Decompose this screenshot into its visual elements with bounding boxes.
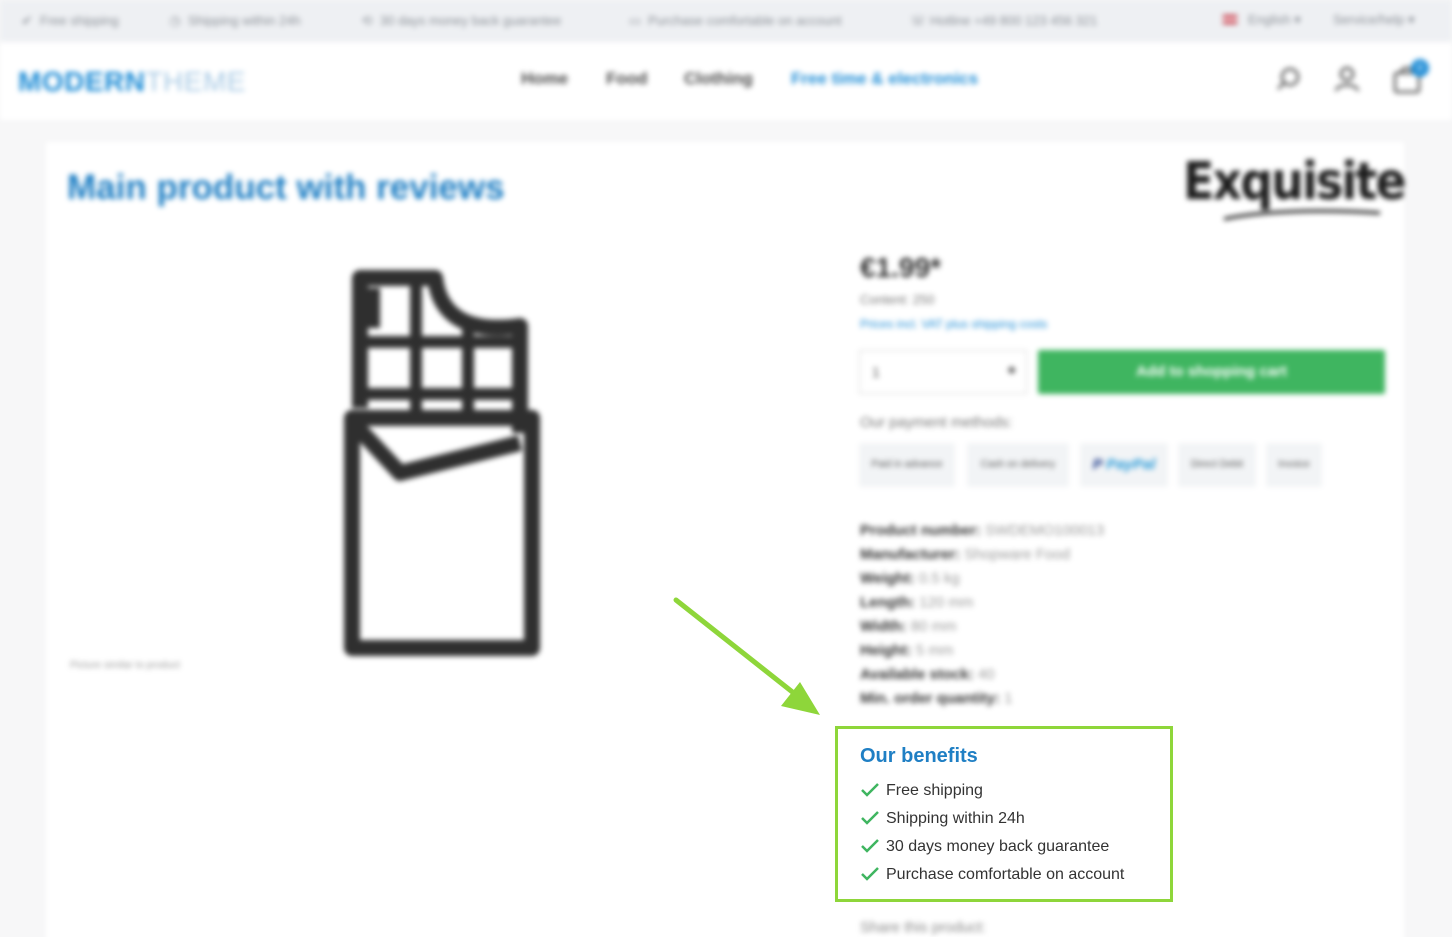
- service-menu[interactable]: Service/help ▾: [1333, 12, 1415, 28]
- nav-clothing[interactable]: Clothing: [684, 69, 753, 89]
- spec-height: Height: 5 mm: [860, 642, 954, 659]
- invoice-icon: ▭: [628, 13, 642, 28]
- money-back-icon: ⟲: [361, 13, 373, 28]
- chocolate-bar-image[interactable]: [330, 258, 560, 668]
- payment-paypal: P PayPal: [1080, 443, 1168, 487]
- usp-shipping-24h: ◷ Shipping within 24h: [169, 13, 301, 28]
- product-price: €1.99*: [860, 252, 941, 283]
- brand-logo[interactable]: Exquisite: [1183, 152, 1407, 212]
- nav-food[interactable]: Food: [606, 69, 648, 89]
- payment-methods-label: Our payment methods:: [860, 414, 1013, 431]
- main-header: MODERNTHEME Home Food Clothing Free time…: [0, 42, 1452, 120]
- spec-length: Length: 120 mm: [860, 594, 974, 611]
- product-title: Main product with reviews: [67, 168, 505, 207]
- payment-invoice: Invoice: [1266, 443, 1322, 487]
- share-product-label: Share this product:: [860, 919, 986, 936]
- cart-count-badge: 0: [1411, 59, 1429, 77]
- flag-icon: [1222, 14, 1238, 25]
- chevron-down-icon: ▾: [1408, 12, 1415, 27]
- payment-cash-on-delivery: Cash on delivery: [967, 443, 1069, 487]
- benefits-title: Our benefits: [860, 745, 978, 767]
- spec-width: Width: 80 mm: [860, 618, 957, 635]
- add-to-cart-button[interactable]: Add to shopping cart: [1038, 350, 1385, 394]
- usp-hotline: ☏ Hotline +49 800 123 456 321: [910, 13, 1098, 28]
- check-icon: [861, 811, 879, 825]
- benefit-item: 30 days money back guarantee: [860, 838, 1109, 856]
- check-icon: [861, 783, 879, 797]
- check-icon: [861, 867, 879, 881]
- product-card: [46, 142, 1404, 937]
- benefit-item: Free shipping: [860, 782, 983, 800]
- payment-paid-in-advance: Paid in advance: [859, 443, 955, 487]
- top-bar: ✔ Free shipping ◷ Shipping within 24h ⟲ 30 …: [0, 0, 1452, 42]
- clock-icon: ◷: [169, 13, 181, 28]
- product-content: Content: 250: [860, 292, 935, 307]
- benefit-item: Purchase comfortable on account: [860, 866, 1124, 884]
- logo[interactable]: MODERNTHEME: [18, 66, 246, 98]
- spec-available-stock: Available stock: 40: [860, 666, 995, 683]
- check-icon: ✔: [21, 13, 33, 28]
- check-icon: [861, 839, 879, 853]
- phone-icon: ☏: [910, 13, 927, 28]
- usp-money-back: ⟲ 30 days money back guarantee: [361, 13, 562, 28]
- benefits-box: Our benefits Free shipping Shipping with…: [835, 726, 1173, 902]
- paypal-icon: P: [1092, 456, 1107, 473]
- nav-free-time-electronics[interactable]: Free time & electronics: [791, 69, 978, 89]
- benefit-item: Shipping within 24h: [860, 810, 1025, 828]
- spec-weight: Weight: 0.5 kg: [860, 570, 960, 587]
- chevron-down-icon: ▾: [1294, 12, 1301, 27]
- account-icon[interactable]: [1330, 62, 1364, 96]
- payment-direct-debit: Direct Debit: [1178, 443, 1256, 487]
- usp-invoice: ▭ Purchase comfortable on account: [628, 13, 842, 28]
- image-caption: Picture similar to product: [70, 660, 181, 671]
- nav-home[interactable]: Home: [521, 69, 568, 89]
- highlight-arrow-icon: [673, 597, 820, 715]
- brand-swash: [1223, 209, 1381, 221]
- spec-min-order-quantity: Min. order quantity: 1: [860, 690, 1013, 707]
- search-icon[interactable]: [1272, 62, 1306, 96]
- language-switcher[interactable]: English ▾: [1222, 12, 1301, 28]
- spec-manufacturer: Manufacturer: Shopware Food: [860, 546, 1071, 563]
- spec-product-number: Product number: SWDEMO100013: [860, 522, 1105, 539]
- quantity-select[interactable]: 1 ◆: [859, 350, 1027, 394]
- chevron-down-icon: ◆: [1007, 364, 1016, 376]
- usp-free-shipping: ✔ Free shipping: [21, 13, 119, 28]
- price-note-link[interactable]: Prices incl. VAT plus shipping costs: [860, 317, 1047, 331]
